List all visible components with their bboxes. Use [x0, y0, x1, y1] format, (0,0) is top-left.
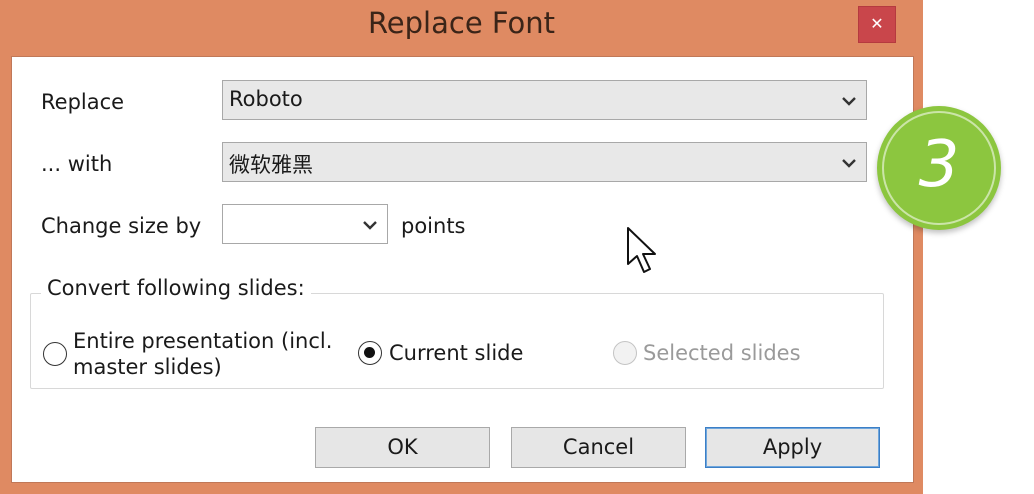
- step-number-badge: 3: [877, 106, 1001, 230]
- replace-font-value: Roboto: [229, 87, 303, 111]
- chevron-down-icon: [363, 221, 377, 230]
- close-icon: ✕: [870, 14, 884, 33]
- apply-button[interactable]: Apply: [705, 427, 880, 468]
- replace-font-dialog: Replace Font ✕ Replace Roboto ... with 微…: [0, 0, 923, 494]
- chevron-down-icon: [842, 97, 856, 106]
- chevron-down-icon: [842, 159, 856, 168]
- selected-slides-label: Selected slides: [643, 341, 801, 365]
- close-button[interactable]: ✕: [858, 6, 896, 43]
- stage: Replace Font ✕ Replace Roboto ... with 微…: [0, 0, 1034, 494]
- entire-presentation-label-line1: Entire presentation (incl.: [73, 329, 333, 353]
- mouse-pointer-icon: [627, 227, 656, 273]
- cancel-button[interactable]: Cancel: [511, 427, 686, 468]
- current-slide-label[interactable]: Current slide: [389, 340, 523, 366]
- radio-current-slide[interactable]: [358, 341, 382, 365]
- dialog-title: Replace Font: [367, 6, 556, 40]
- radio-selected-slides: [613, 341, 637, 365]
- entire-presentation-label-line2: master slides): [73, 355, 222, 379]
- replace-label: Replace: [41, 90, 125, 114]
- title-bar[interactable]: Replace Font ✕: [0, 0, 923, 54]
- change-size-combo[interactable]: [222, 204, 388, 244]
- convert-slides-legend: Convert following slides:: [41, 276, 311, 300]
- with-font-select[interactable]: 微软雅黑: [222, 142, 867, 182]
- with-label: ... with: [41, 152, 113, 176]
- step-number: 3: [918, 128, 960, 202]
- ok-button[interactable]: OK: [315, 427, 490, 468]
- change-size-label: Change size by: [41, 214, 202, 238]
- entire-presentation-label[interactable]: Entire presentation (incl. master slides…: [73, 328, 332, 380]
- convert-slides-group: Convert following slides: Entire present…: [30, 276, 884, 389]
- radio-entire-presentation[interactable]: [43, 342, 67, 366]
- points-label: points: [401, 214, 466, 238]
- with-font-value: 微软雅黑: [229, 153, 313, 177]
- dialog-body: Replace Roboto ... with 微软雅黑 Change size…: [11, 56, 914, 483]
- replace-font-select[interactable]: Roboto: [222, 80, 867, 120]
